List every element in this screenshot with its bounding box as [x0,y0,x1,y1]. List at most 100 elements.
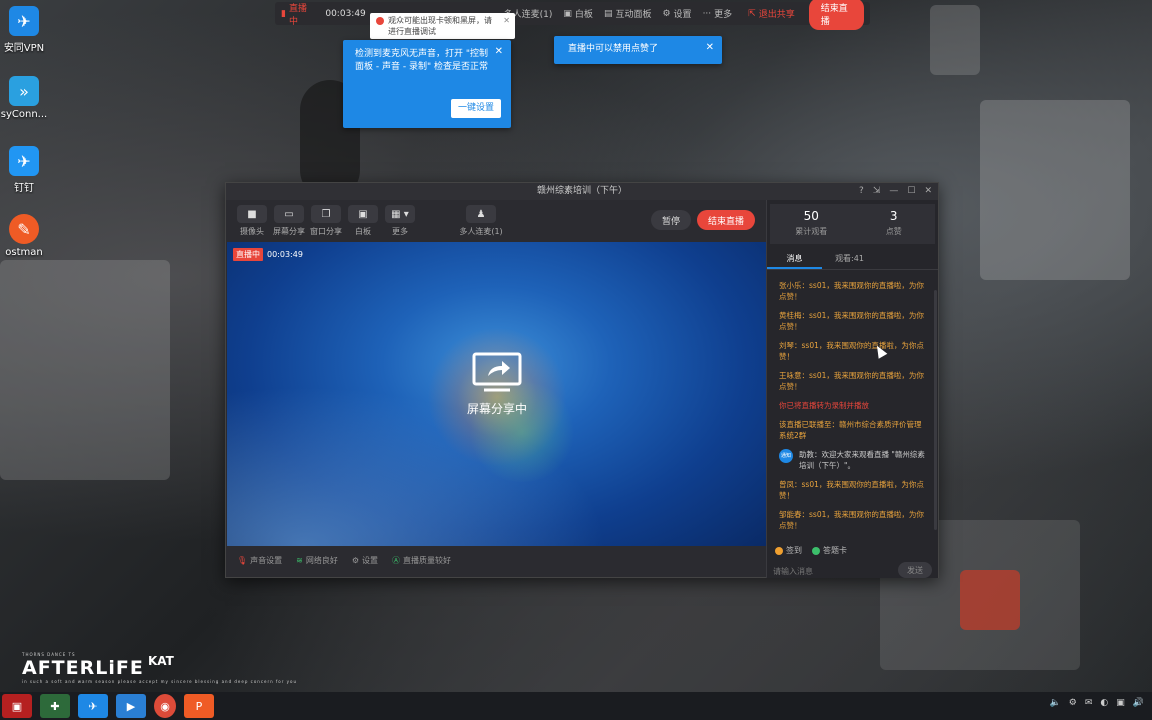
topbar-end-live-button[interactable]: 结束直播 [808,0,864,30]
status-label: 网络良好 [305,555,338,565]
message-scrollbar[interactable] [934,290,937,530]
message-input[interactable]: 请输入消息 [773,566,813,577]
desktop-icon-dingding[interactable]: ✈ 钉钉 [0,146,48,194]
network-status: ≋ 网络良好 [296,555,338,566]
recording-tag: 直播中 [233,248,263,261]
status-settings-button[interactable]: ⚙ 设置 [352,555,378,566]
recording-time: 00:03:49 [267,250,303,259]
easyconnect-icon: » [9,76,39,106]
topbar-item-label: 白板 [574,10,593,20]
taskbar-chrome-icon[interactable]: ◉ [154,694,176,718]
status-label: 设置 [362,555,379,565]
tray-icon[interactable]: ◐ [1100,698,1108,708]
tab-messages[interactable]: 消息 [767,248,822,269]
likes-label: 点赞 [885,227,902,236]
minimize-icon[interactable]: — [889,183,898,200]
grid-icon: ▦ ▾ [385,205,415,223]
tray-icon[interactable]: 🔊 [1133,698,1144,708]
tray-icon[interactable]: ▣ [1116,698,1125,708]
chat-message: 该直播已联播至：赣州市综合素质评价管理系统2群 [779,420,922,440]
window-share-button[interactable]: ❐ 窗口分享 [308,205,344,237]
checkin-button[interactable]: 签到 [775,545,802,556]
live-timer: 00:03:49 [325,8,366,19]
taskbar-media-icon[interactable]: ▶ [116,694,146,718]
topbar-item-label: 设置 [673,10,692,20]
multi-mic-button[interactable]: ♟ 多人连麦(1) [459,205,503,237]
taskbar-app-icon[interactable]: ▣ [2,694,32,718]
quick-actions: 签到 答题卡 [775,545,847,556]
close-icon[interactable]: ✕ [924,183,932,200]
viewers-stat: 50 累计观看 [770,204,853,244]
close-icon[interactable]: ✕ [706,41,714,54]
topbar-item-label: 更多 [714,10,733,20]
more-button[interactable]: ▦ ▾ 更多 [382,205,418,237]
viewers-label: 累计观看 [795,227,828,236]
topbar-whiteboard-button[interactable]: ▣ 白板 [563,7,593,21]
desktop-icon-postman[interactable]: ✎ ostman [0,214,48,258]
video-stage: 直播中 00:03:49 屏幕分享中 [227,242,766,546]
likes-count: 3 [889,209,898,223]
whiteboard-button[interactable]: ▣ 白板 [345,205,381,237]
window-share-icon: ❐ [311,205,341,223]
desktop-icon-vpn[interactable]: ✈ 安同VPN [0,6,48,54]
tray-icon[interactable]: 🔈 [1050,698,1061,708]
wifi-icon: ≋ [296,555,303,565]
topbar-more-button[interactable]: ··· 更多 [703,7,733,21]
viewers-count: 50 [803,209,819,223]
tray-icon[interactable]: ⚙ [1069,698,1077,708]
desktop-icon-easyconnect[interactable]: » syConn... [0,76,48,120]
desktop-icon-label: ostman [5,247,43,258]
screen-sharing-label: 屏幕分享中 [466,402,527,416]
gear-icon: ⚙ [662,8,671,19]
topbar-item-label: 互动面板 [615,10,652,20]
tool-label: 屏幕分享 [273,227,305,236]
camera-button[interactable]: ■ 摄像头 [234,205,270,237]
answer-card-icon [812,546,820,555]
end-live-button[interactable]: 结束直播 [697,210,755,230]
close-icon[interactable]: ✕ [503,15,510,26]
chat-message: 刘琴：ss01，我来围观你的直播啦，为你点赞！ [779,341,924,361]
pause-button[interactable]: 暂停 [651,210,691,230]
send-button[interactable]: 发送 [898,562,932,578]
panel-icon: ▤ [603,8,613,19]
tool-label: 白板 [355,227,371,236]
help-icon[interactable]: ? [859,183,864,200]
tool-label: 多人连麦(1) [459,227,503,236]
maximize-icon[interactable]: ☐ [907,183,915,200]
topbar-settings-button[interactable]: ⚙ 设置 [662,7,692,21]
likes-stat: 3 点赞 [853,204,936,244]
mic-warning-text: 检测到麦克风无声音，打开 "控制面板 - 声音 - 录制" 检查是否正常 [355,49,489,72]
warning-dot-icon [376,17,384,25]
window-titlebar: 赣州综素培训（下午） ? ⇲ — ☐ ✕ [226,183,938,200]
screen-share-button[interactable]: ▭ 屏幕分享 [271,205,307,237]
taskbar-dingding-icon[interactable]: ✈ [78,694,108,718]
tab-viewers[interactable]: 观看:41 [822,248,877,269]
screen-share-icon [472,352,522,392]
answer-card-button[interactable]: 答题卡 [812,545,847,556]
tray-icon[interactable]: ✉ [1085,698,1093,708]
mic-warning-tip: 检测到麦克风无声音，打开 "控制面板 - 声音 - 录制" 检查是否正常 ✕ 一… [343,40,511,128]
disable-like-tip: 直播中可以禁用点赞了 ✕ [554,36,722,64]
one-click-setup-button[interactable]: 一键设置 [450,99,501,118]
stop-share-label: 退出共享 [758,10,795,20]
tool-label: 摄像头 [240,227,264,236]
window-controls: ? ⇲ — ☐ ✕ [859,183,932,200]
topbar-interact-panel-button[interactable]: ▤ 互动面板 [603,7,652,21]
tool-label: 更多 [392,227,408,236]
chat-message-text: 助教：欢迎大家来观看直播 "赣州综素培训（下午）"。 [799,450,925,470]
wallpaper-shape [0,260,170,480]
taskbar-app-icon[interactable]: ✚ [40,694,70,718]
camera-icon: ■ [237,205,267,223]
sound-settings-button[interactable]: 🎙 声音设置 [237,555,282,566]
avatar: 通知 [779,449,793,463]
pin-icon[interactable]: ⇲ [873,183,881,200]
desktop-icon-label: 安同VPN [3,43,45,54]
status-label: 直播质量较好 [403,555,452,565]
taskbar-powerpoint-icon[interactable]: P [184,694,214,718]
brand-logo: KAT [148,654,174,668]
chat-message: 黄桂梅：ss01，我来围观你的直播啦，为你点赞！ [779,311,924,331]
whiteboard-icon: ▣ [348,205,378,223]
close-icon[interactable]: ✕ [495,45,503,58]
stop-share-button[interactable]: ⇱ 退出共享 [748,7,795,21]
lag-warning-text: 观众可能出现卡顿和黑屏，请进行直播调试 [388,16,492,36]
